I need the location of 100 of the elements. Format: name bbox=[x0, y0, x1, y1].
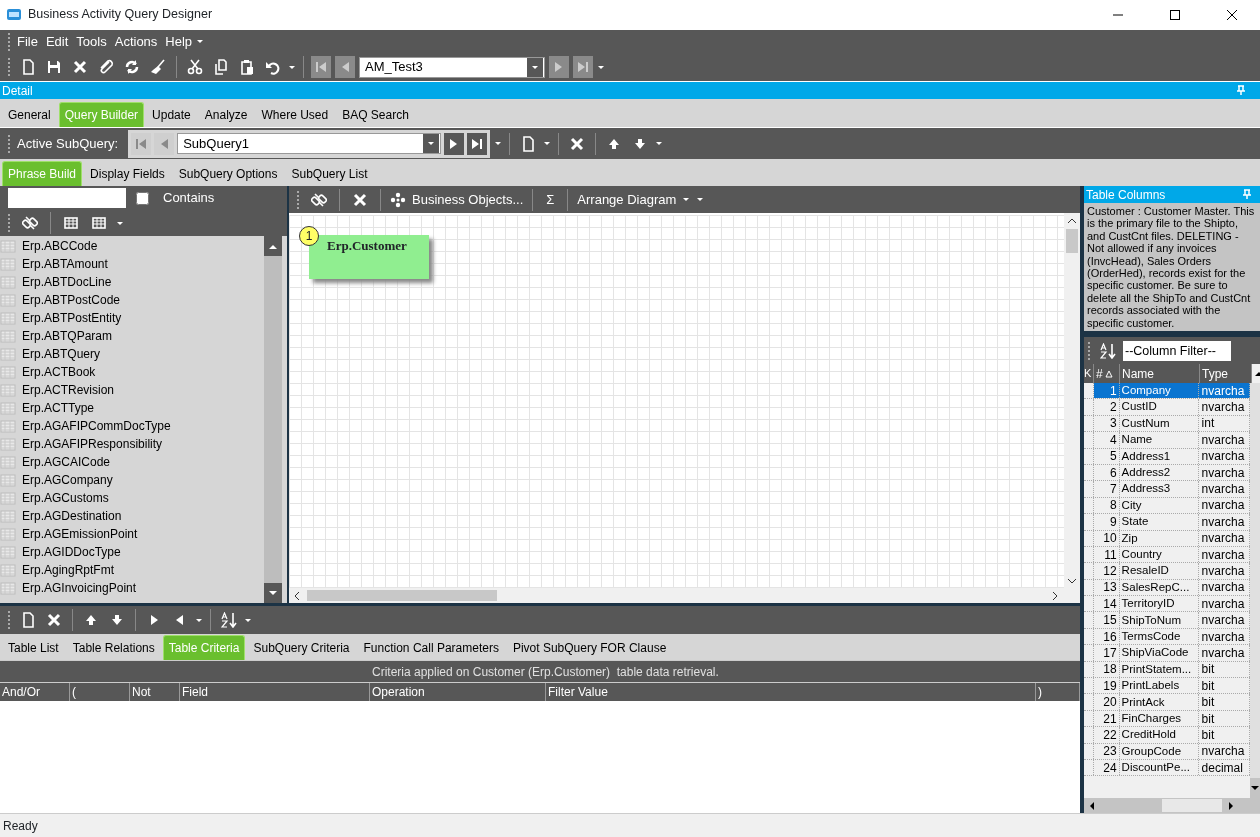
right-arrow-icon[interactable] bbox=[1226, 800, 1236, 811]
table-list-item[interactable]: Erp.ABTQParam bbox=[22, 327, 113, 345]
dropdown-caret-icon[interactable] bbox=[244, 617, 252, 623]
business-objects-button[interactable]: Business Objects... bbox=[390, 189, 524, 210]
column-name[interactable]: CustID bbox=[1119, 399, 1199, 415]
record-combo[interactable]: AM_Test3 bbox=[359, 56, 545, 78]
subquery-combo[interactable]: SubQuery1 bbox=[177, 133, 442, 154]
dropdown-caret-icon[interactable] bbox=[543, 141, 552, 146]
table-list-item[interactable]: Erp.ABTPostCode bbox=[22, 291, 121, 309]
scroll-up-icon[interactable] bbox=[1254, 370, 1260, 377]
column-name[interactable]: Address3 bbox=[1119, 481, 1199, 497]
last-button[interactable] bbox=[467, 132, 488, 155]
tab[interactable]: BAQ Search bbox=[336, 102, 415, 127]
column-header[interactable]: Operation bbox=[370, 683, 546, 701]
table-list-item[interactable]: Erp.ABTDocLine bbox=[22, 273, 112, 291]
column-name[interactable]: CreditHold bbox=[1119, 727, 1199, 743]
table-list-item[interactable]: Erp.AGCustoms bbox=[22, 489, 109, 507]
column-name[interactable]: FinCharges bbox=[1119, 710, 1199, 727]
menu-item[interactable]: File bbox=[13, 31, 42, 52]
sum-button[interactable]: Σ bbox=[542, 189, 559, 210]
column-name[interactable]: Address2 bbox=[1119, 464, 1199, 481]
dropdown-caret-icon[interactable] bbox=[116, 220, 124, 226]
tab[interactable]: Update bbox=[146, 102, 197, 127]
column-name[interactable]: State bbox=[1119, 514, 1199, 530]
column-name[interactable]: PrintLabels bbox=[1119, 678, 1199, 694]
column-header[interactable]: And/Or bbox=[0, 683, 70, 701]
column-name[interactable]: Company bbox=[1119, 383, 1199, 399]
table-list-item[interactable]: Erp.AGCompany bbox=[22, 471, 113, 489]
tab[interactable]: SubQuery Criteria bbox=[247, 635, 356, 660]
table-list-item[interactable]: Erp.AGEmissionPoint bbox=[22, 525, 138, 543]
tab[interactable]: SubQuery Options bbox=[172, 161, 284, 186]
column-header[interactable]: Not bbox=[130, 683, 180, 701]
scroll-up-button[interactable] bbox=[264, 236, 282, 256]
table-list-item[interactable]: Erp.AGCAICode bbox=[22, 453, 111, 471]
scrollbar-thumb[interactable] bbox=[307, 590, 497, 601]
column-name[interactable]: CustNum bbox=[1119, 415, 1199, 432]
column-name[interactable]: DiscountPe... bbox=[1119, 760, 1199, 776]
scroll-down-button[interactable] bbox=[1250, 778, 1260, 798]
column-name[interactable]: Country bbox=[1119, 546, 1199, 563]
column-name[interactable]: ShipViaCode bbox=[1119, 645, 1199, 661]
column-name[interactable]: PrintAck bbox=[1119, 694, 1199, 710]
column-name[interactable]: SalesRepC... bbox=[1119, 579, 1199, 596]
column-name[interactable]: TerritoryID bbox=[1119, 596, 1199, 612]
pin-icon[interactable] bbox=[1236, 85, 1246, 96]
table-list-item[interactable]: Erp.ABTQuery bbox=[22, 345, 101, 363]
dropdown-caret-icon[interactable] bbox=[196, 39, 205, 44]
contains-checkbox[interactable] bbox=[136, 191, 149, 205]
table-list-item[interactable]: Erp.ACTBook bbox=[22, 363, 96, 381]
table-list-item[interactable]: Erp.AGIDDocType bbox=[22, 543, 121, 561]
column-header[interactable]: Filter Value bbox=[546, 683, 1036, 701]
tab[interactable]: SubQuery List bbox=[285, 161, 374, 186]
arrange-diagram-button[interactable]: Arrange Diagram bbox=[577, 189, 677, 210]
column-name[interactable]: TermsCode bbox=[1119, 628, 1199, 645]
table-list-item[interactable]: Erp.ABTAmount bbox=[22, 255, 108, 273]
dropdown-caret-icon[interactable] bbox=[288, 64, 296, 70]
column-name[interactable]: Name bbox=[1119, 432, 1199, 448]
column-name[interactable]: PrintStatem... bbox=[1119, 661, 1199, 678]
column-header[interactable]: ( bbox=[70, 683, 130, 701]
dropdown-caret-icon[interactable] bbox=[494, 141, 503, 146]
menu-item[interactable]: Tools bbox=[72, 31, 111, 52]
column-name[interactable]: ShipToNum bbox=[1119, 612, 1199, 628]
table-list-item[interactable]: Erp.AGAFIPCommDocType bbox=[22, 417, 171, 435]
scrollbar-thumb[interactable] bbox=[1066, 229, 1078, 253]
dropdown-caret-icon[interactable] bbox=[195, 617, 203, 623]
column-name[interactable]: GroupCode bbox=[1119, 743, 1199, 759]
column-name[interactable]: ResaleID bbox=[1119, 563, 1199, 579]
search-field[interactable] bbox=[8, 188, 126, 208]
scroll-down-button[interactable] bbox=[264, 583, 282, 603]
column-header[interactable]: K bbox=[1084, 364, 1094, 383]
table-list-item[interactable]: Erp.AGAFIPResponsibility bbox=[22, 435, 163, 453]
column-header[interactable]: Field bbox=[180, 683, 370, 701]
column-filter-field[interactable]: --Column Filter-- bbox=[1123, 340, 1231, 361]
tab[interactable]: Pivot SubQuery FOR Clause bbox=[506, 635, 673, 660]
dropdown-caret-icon[interactable] bbox=[597, 64, 605, 70]
tab[interactable]: Display Fields bbox=[84, 161, 171, 186]
tab[interactable]: Where Used bbox=[255, 102, 335, 127]
menu-item[interactable]: Edit bbox=[41, 31, 73, 52]
pin-icon[interactable] bbox=[1242, 189, 1252, 200]
tab[interactable]: Function Call Parameters bbox=[357, 635, 505, 660]
dropdown-caret-icon[interactable] bbox=[655, 141, 664, 146]
tab[interactable]: Table Relations bbox=[66, 635, 161, 660]
table-list-item[interactable]: Erp.AGInvoicingPoint bbox=[22, 579, 137, 597]
table-list-item[interactable]: Erp.AGDestination bbox=[22, 507, 122, 525]
menu-item[interactable]: Actions bbox=[110, 31, 162, 52]
table-list-item[interactable]: Erp.ABTPostEntity bbox=[22, 309, 122, 327]
column-name[interactable]: City bbox=[1119, 497, 1199, 514]
menu-item[interactable]: Help bbox=[161, 31, 197, 52]
sort-button[interactable] bbox=[218, 609, 240, 631]
column-name[interactable]: Zip bbox=[1119, 530, 1199, 546]
scrollbar-thumb[interactable] bbox=[1162, 799, 1222, 812]
column-name[interactable]: Address1 bbox=[1119, 448, 1199, 464]
next-button[interactable] bbox=[444, 132, 465, 155]
tab[interactable]: Table List bbox=[2, 635, 65, 660]
table-list-item[interactable]: Erp.ACTType bbox=[22, 399, 95, 417]
tab[interactable]: Analyze bbox=[198, 102, 254, 127]
table-list-item[interactable]: Erp.ABCCode bbox=[22, 237, 98, 255]
table-list-item[interactable]: Erp.AgingRptFmt bbox=[22, 561, 115, 579]
tab[interactable]: General bbox=[2, 102, 57, 127]
app-icon bbox=[6, 7, 22, 22]
table-list-item[interactable]: Erp.ACTRevision bbox=[22, 381, 115, 399]
